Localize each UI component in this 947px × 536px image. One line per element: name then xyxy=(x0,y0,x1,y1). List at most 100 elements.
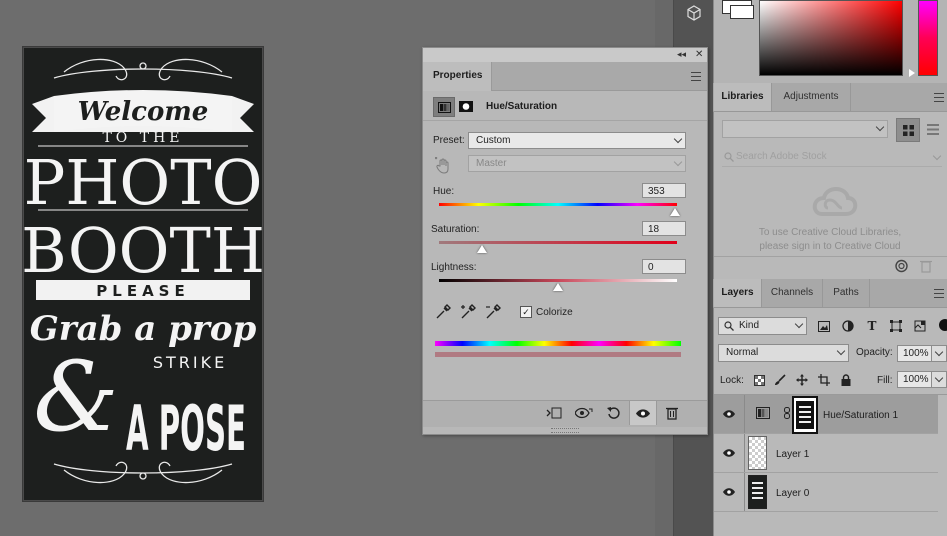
libraries-signin-message: To use Creative Cloud Libraries, please … xyxy=(722,226,938,254)
tab-properties[interactable]: Properties xyxy=(423,62,492,91)
hue-slider-thumb[interactable] xyxy=(669,208,680,216)
crop-frame-icon xyxy=(818,374,830,386)
image-icon xyxy=(818,320,830,332)
layer-name: Hue/Saturation 1 xyxy=(823,410,899,421)
collapse-icon[interactable]: ◂◂ xyxy=(677,49,686,60)
hue-spectrum-bar[interactable] xyxy=(918,0,938,76)
channel-select[interactable]: Master xyxy=(468,155,686,172)
poster-ampersand: & xyxy=(33,341,118,453)
tab-adjustments[interactable]: Adjustments xyxy=(772,83,851,111)
filter-smart-objects-button[interactable] xyxy=(911,317,929,335)
smart-object-icon xyxy=(914,320,926,332)
hue-marker[interactable] xyxy=(909,69,915,77)
adjustment-title: Hue/Saturation xyxy=(486,101,558,112)
preset-label: Preset: xyxy=(433,135,465,146)
background-swatch[interactable] xyxy=(730,5,754,19)
toggle-visibility-button[interactable] xyxy=(629,401,657,425)
trash-icon xyxy=(666,407,678,420)
adjustment-circle-icon xyxy=(842,320,854,332)
top-flourish xyxy=(53,58,233,81)
saturation-input[interactable]: 18 xyxy=(642,221,686,236)
layer-thumbnail xyxy=(748,436,767,470)
color-field[interactable] xyxy=(759,0,903,76)
poster-a-pose: A POSE xyxy=(126,392,246,465)
properties-menu-icon[interactable] xyxy=(691,72,701,81)
layer-row-layer-0[interactable]: Layer 0 xyxy=(714,473,938,512)
layer-row-hue-saturation[interactable]: Hue/Saturation 1 xyxy=(714,395,938,434)
preset-select[interactable]: Custom xyxy=(468,132,686,149)
libraries-menu-icon[interactable] xyxy=(934,93,944,102)
lock-transparent-pixels-button[interactable] xyxy=(751,372,767,388)
tab-libraries[interactable]: Libraries xyxy=(714,83,772,111)
opacity-dropdown[interactable] xyxy=(932,345,947,362)
poster-welcome: Welcome xyxy=(78,97,209,127)
input-hue-bar xyxy=(435,341,681,346)
delete-adjustment-button[interactable] xyxy=(659,401,685,425)
opacity-input[interactable]: 100% xyxy=(897,345,932,362)
type-icon: T xyxy=(867,319,877,333)
brush-icon xyxy=(775,374,786,385)
layer-mask-thumbnail[interactable] xyxy=(792,396,818,434)
poster-strike: STRIKE xyxy=(153,353,227,372)
fill-input[interactable]: 100% xyxy=(897,371,932,388)
filter-type-layers-button[interactable]: T xyxy=(863,317,881,335)
tab-channels[interactable]: Channels xyxy=(762,279,823,307)
search-placeholder: Search Adobe Stock xyxy=(736,151,827,162)
layers-menu-icon[interactable] xyxy=(934,289,944,298)
creative-cloud-logo-icon xyxy=(812,187,858,216)
tab-layers[interactable]: Layers xyxy=(714,279,762,307)
close-icon[interactable]: ✕ xyxy=(695,49,703,60)
library-dropdown[interactable] xyxy=(722,120,888,138)
chain-link-icon[interactable] xyxy=(784,407,790,419)
resize-grip[interactable] xyxy=(551,428,579,433)
visibility-eye-icon[interactable] xyxy=(723,447,735,459)
lightness-slider-thumb[interactable] xyxy=(553,283,563,291)
adjustment-settings-button[interactable] xyxy=(433,97,455,117)
search-icon xyxy=(724,321,734,331)
blend-mode-label: Normal xyxy=(726,347,759,358)
filter-kind-label: Kind xyxy=(739,320,760,331)
view-previous-state-button[interactable] xyxy=(571,401,597,425)
grid-view-button[interactable] xyxy=(896,118,920,142)
clip-to-layer-button[interactable] xyxy=(541,401,567,425)
poster-photo: PHOTO xyxy=(24,146,262,219)
layer-row-layer-1[interactable]: Layer 1 xyxy=(714,434,938,473)
tab-paths[interactable]: Paths xyxy=(823,279,870,307)
mask-settings-button[interactable] xyxy=(456,97,476,115)
library-trash-icon[interactable] xyxy=(920,259,932,273)
lightness-slider-track[interactable] xyxy=(439,279,677,282)
document-canvas[interactable]: Welcome TO THE PHOTO BOOTH PLEASE Grab a… xyxy=(23,47,263,501)
blend-mode-select[interactable]: Normal xyxy=(718,344,849,362)
stock-search-input[interactable]: Search Adobe Stock xyxy=(722,150,942,167)
hue-input[interactable]: 353 xyxy=(642,183,686,198)
targeted-adjustment-hand-icon[interactable] xyxy=(434,156,453,175)
shape-transform-icon xyxy=(890,320,902,332)
poster-to-the: TO THE xyxy=(102,130,183,146)
visibility-eye-icon[interactable] xyxy=(723,408,735,420)
properties-titlebar[interactable]: ◂◂ ✕ xyxy=(423,48,707,63)
cc-sync-icon[interactable] xyxy=(894,259,909,273)
lock-image-pixels-button[interactable] xyxy=(772,372,788,388)
eyedropper-add-icon[interactable] xyxy=(460,304,476,320)
lock-position-button[interactable] xyxy=(794,372,810,388)
visibility-eye-icon[interactable] xyxy=(723,486,735,498)
eyedropper-icon[interactable] xyxy=(435,304,451,320)
filter-adjustment-layers-button[interactable] xyxy=(839,317,857,335)
filter-shape-layers-button[interactable] xyxy=(887,317,905,335)
lock-all-button[interactable] xyxy=(838,372,854,388)
filter-kind-select[interactable]: Kind xyxy=(718,317,807,335)
saturation-slider-thumb[interactable] xyxy=(476,245,487,253)
saturation-slider-track[interactable] xyxy=(439,241,677,244)
signin-message-line2: please sign in to Creative Cloud xyxy=(759,241,901,252)
colorize-checkbox[interactable]: ✓ xyxy=(520,306,532,318)
filter-toggle-switch[interactable] xyxy=(939,319,947,331)
lightness-input[interactable]: 0 xyxy=(642,259,686,274)
reset-button[interactable] xyxy=(601,401,627,425)
3d-cube-button[interactable] xyxy=(680,0,708,26)
filter-pixel-layers-button[interactable] xyxy=(815,317,833,335)
lock-artboard-button[interactable] xyxy=(816,372,832,388)
hue-slider-track[interactable] xyxy=(439,203,677,206)
eyedropper-subtract-icon[interactable] xyxy=(485,304,501,320)
list-view-button[interactable] xyxy=(924,120,942,138)
fill-dropdown[interactable] xyxy=(932,371,947,388)
